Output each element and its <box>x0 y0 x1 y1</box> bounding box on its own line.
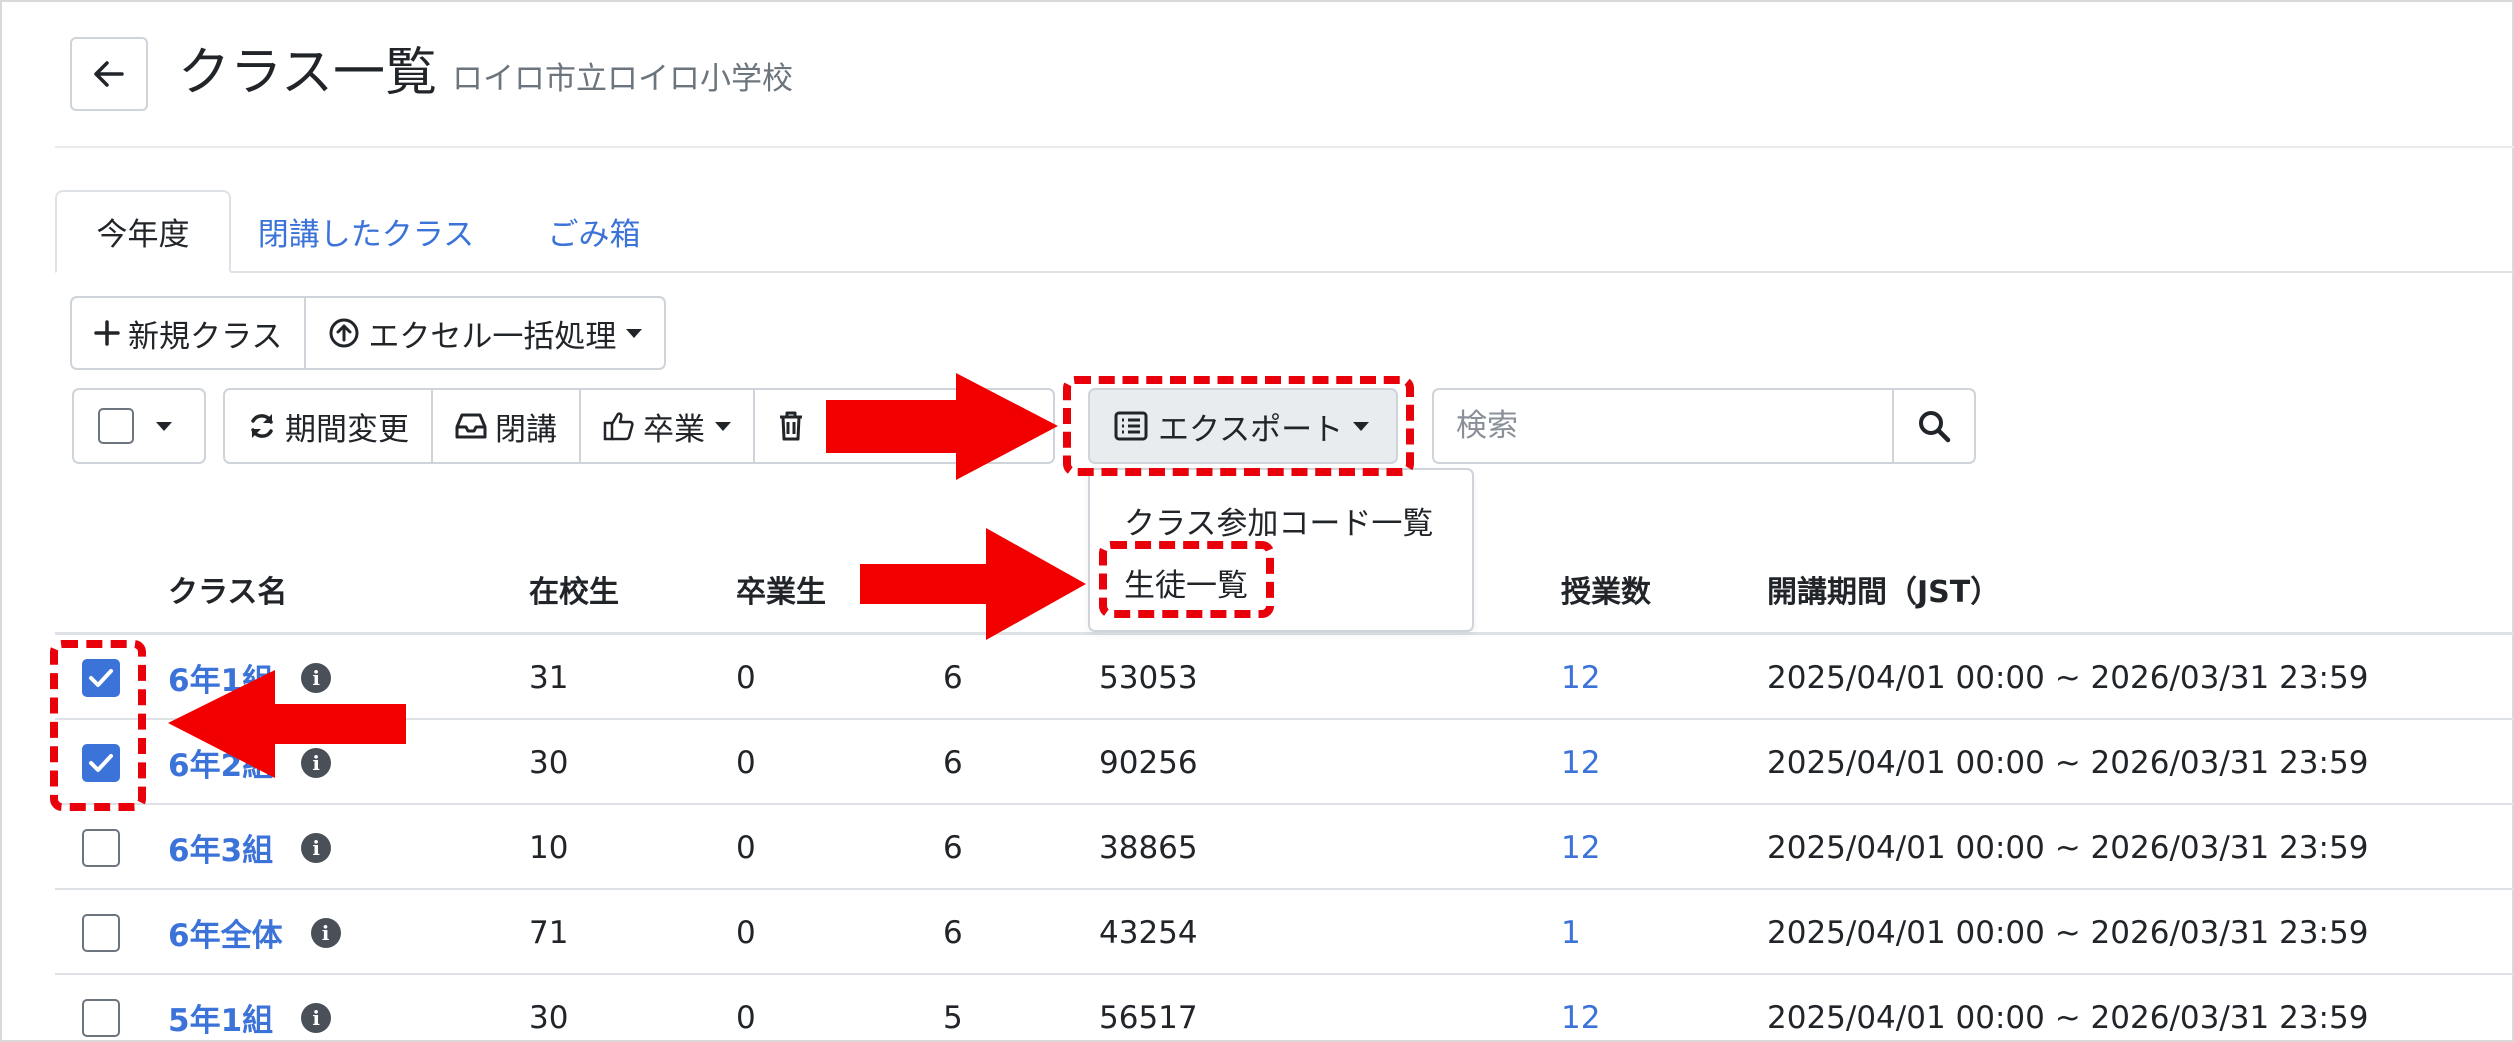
class-period: 2025/04/01 00:00 ~ 2026/03/31 23:59 <box>1767 829 2369 866</box>
row-checkbox[interactable] <box>82 998 120 1037</box>
search-input[interactable] <box>1434 390 1892 462</box>
class-create-group: 新規クラス エクセル一括処理 <box>70 296 667 370</box>
enrolled-count: 10 <box>529 829 569 866</box>
new-class-button[interactable]: 新規クラス <box>72 298 307 368</box>
thumbs-up-icon <box>603 410 635 442</box>
excel-bulk-button[interactable]: エクセル一括処理 <box>306 298 664 368</box>
graduated-count: 0 <box>736 744 756 781</box>
class-name-link[interactable]: 6年3組 <box>168 825 273 870</box>
table-row[interactable]: 6年全体 i 71 0 6 43254 1 2025/04/01 00:00 ~ … <box>55 890 2514 975</box>
graduated-count: 0 <box>736 829 756 866</box>
change-period-label: 期間変更 <box>285 411 409 448</box>
header-divider <box>55 146 2514 148</box>
lesson-count-link[interactable]: 12 <box>1561 635 1600 720</box>
enrolled-count: 71 <box>529 914 569 951</box>
enrolled-count: 31 <box>529 659 569 696</box>
tab-closed-classes[interactable]: 閉講したクラス <box>253 190 479 273</box>
column-header-class-name[interactable]: クラス名 <box>168 572 287 614</box>
class-code: 43254 <box>1099 914 1198 951</box>
class-code: 90256 <box>1099 744 1198 781</box>
arrow-left-icon <box>94 61 124 87</box>
delete-button[interactable] <box>755 390 1053 462</box>
close-class-button[interactable]: 閉講 <box>433 390 581 462</box>
annotation-checkbox-highlight <box>50 640 146 811</box>
table-row[interactable]: 6年3組 i 10 0 6 38865 12 2025/04/01 00:00 ~… <box>55 805 2514 890</box>
school-name: ロイロ市立ロイロ小学校 <box>452 61 793 97</box>
plus-icon <box>94 320 120 346</box>
enrolled-count: 30 <box>529 999 569 1036</box>
search-button[interactable] <box>1892 390 1974 462</box>
grade-value: 6 <box>943 659 963 696</box>
info-icon[interactable]: i <box>301 747 332 778</box>
search-icon <box>1919 411 1951 443</box>
refresh-icon <box>247 411 277 441</box>
grade-value: 6 <box>943 914 963 951</box>
grade-value: 5 <box>943 999 963 1036</box>
select-all-checkbox[interactable] <box>98 408 134 444</box>
search-box <box>1432 388 1976 464</box>
graduated-count: 0 <box>736 914 756 951</box>
info-icon[interactable]: i <box>301 832 332 863</box>
new-class-label: 新規クラス <box>128 318 283 355</box>
lesson-count-link[interactable]: 12 <box>1561 805 1600 890</box>
column-header-enrolled[interactable]: 在校生 <box>529 572 619 614</box>
select-all-dropdown[interactable] <box>72 388 206 464</box>
excel-bulk-label: エクセル一括処理 <box>368 318 617 355</box>
lesson-count-link[interactable]: 12 <box>1561 720 1600 805</box>
class-name-link[interactable]: 6年全体 <box>168 910 283 955</box>
table-row[interactable]: 6年2組 i 30 0 6 90256 12 2025/04/01 00:00 ~… <box>55 720 2514 805</box>
close-class-label: 閉講 <box>495 411 557 448</box>
class-name-link[interactable]: 5年1組 <box>168 995 273 1040</box>
inbox-icon <box>455 412 487 440</box>
column-header-period[interactable]: 開講期間（JST） <box>1767 572 2000 614</box>
back-button[interactable] <box>70 37 148 111</box>
row-checkbox[interactable] <box>82 828 120 867</box>
class-code: 53053 <box>1099 659 1198 696</box>
lesson-count-link[interactable]: 12 <box>1561 975 1600 1042</box>
info-icon[interactable]: i <box>301 1002 332 1033</box>
lesson-count-link[interactable]: 1 <box>1561 890 1581 975</box>
table-row[interactable]: 5年1組 i 30 0 5 56517 12 2025/04/01 00:00 ~… <box>55 975 2514 1042</box>
info-icon[interactable]: i <box>301 662 332 693</box>
tab-current-year[interactable]: 今年度 <box>55 190 231 273</box>
class-name-link[interactable]: 6年1組 <box>168 655 273 700</box>
graduated-count: 0 <box>736 659 756 696</box>
tab-trash[interactable]: ごみ箱 <box>534 190 654 273</box>
grade-value: 6 <box>943 744 963 781</box>
enrolled-count: 30 <box>529 744 569 781</box>
class-code: 56517 <box>1099 999 1198 1036</box>
class-period: 2025/04/01 00:00 ~ 2026/03/31 23:59 <box>1767 914 2369 951</box>
annotation-student-list-highlight <box>1099 541 1274 618</box>
graduate-button[interactable]: 卒業 <box>581 390 755 462</box>
row-checkbox[interactable] <box>82 913 120 952</box>
upload-circle-icon <box>328 317 360 349</box>
chevron-down-icon <box>715 421 731 431</box>
graduated-count: 0 <box>736 999 756 1036</box>
class-period: 2025/04/01 00:00 ~ 2026/03/31 23:59 <box>1767 999 2369 1036</box>
trash-icon <box>777 410 805 442</box>
change-period-button[interactable]: 期間変更 <box>225 390 433 462</box>
class-period: 2025/04/01 00:00 ~ 2026/03/31 23:59 <box>1767 659 2369 696</box>
class-code: 38865 <box>1099 829 1198 866</box>
graduate-label: 卒業 <box>643 411 705 448</box>
info-icon[interactable]: i <box>310 917 341 948</box>
class-action-group: 期間変更 閉講 卒業 <box>223 388 1055 464</box>
class-period: 2025/04/01 00:00 ~ 2026/03/31 23:59 <box>1767 744 2369 781</box>
menu-item-class-join-codes[interactable]: クラス参加コード一覧 <box>1124 498 1433 543</box>
chevron-down-icon <box>156 421 172 431</box>
table-row[interactable]: 6年1組 i 31 0 6 53053 12 2025/04/01 00:00 ~… <box>55 635 2514 720</box>
column-header-graduated[interactable]: 卒業生 <box>736 572 826 614</box>
annotation-export-highlight <box>1063 376 1414 476</box>
class-name-link[interactable]: 6年2組 <box>168 740 273 785</box>
chevron-down-icon <box>626 328 643 338</box>
column-header-lessons[interactable]: 授業数 <box>1561 572 1651 614</box>
grade-value: 6 <box>943 829 963 866</box>
page-title: クラス一覧 <box>178 43 437 103</box>
